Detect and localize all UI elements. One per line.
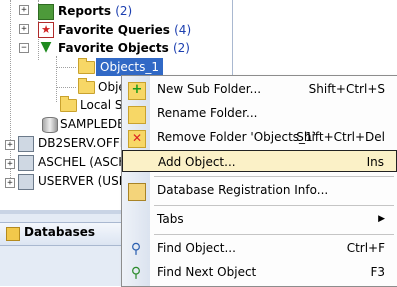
menu-item-find-next-object[interactable]: ⚲ Find Next Object F3	[122, 261, 397, 283]
menu-item-shortcut: Ins	[366, 155, 384, 169]
registration-info-icon	[128, 183, 146, 201]
database-icon	[42, 117, 58, 133]
menu-item-database-registration-info[interactable]: Database Registration Info...	[122, 179, 397, 201]
tree-item-userver[interactable]: USERVER (USE	[38, 172, 126, 190]
expand-button[interactable]: +	[5, 140, 15, 150]
databases-icon	[6, 227, 20, 241]
reports-icon	[38, 4, 54, 20]
filter-icon: ▼	[40, 39, 52, 55]
menu-item-label: Remove Folder 'Objects_1'	[157, 130, 316, 144]
context-menu: + New Sub Folder... Shift+Ctrl+S Rename …	[121, 75, 397, 287]
menu-item-shortcut: Ctrl+F	[346, 241, 385, 255]
rename-folder-icon	[128, 106, 146, 124]
menu-item-tabs[interactable]: Tabs ▶	[122, 208, 397, 230]
menu-item-shortcut: Shift+Ctrl+S	[308, 82, 385, 96]
menu-item-label: Add Object...	[158, 155, 236, 169]
submenu-arrow-icon: ▶	[378, 214, 385, 224]
tree-item-favorite-objects[interactable]: Favorite Objects (2)	[58, 39, 190, 57]
databases-title: Databases	[24, 225, 96, 239]
menu-item-label: New Sub Folder...	[157, 82, 262, 96]
menu-item-label: Find Next Object	[157, 265, 257, 279]
tree-item-sampledb[interactable]: SAMPLEDB	[60, 115, 125, 133]
tree-item-favorite-queries[interactable]: Favorite Queries (4)	[58, 21, 191, 39]
folder-icon	[78, 58, 95, 74]
new-folder-icon: +	[128, 82, 146, 100]
tree-item-aschel[interactable]: ASCHEL (ASCH	[38, 153, 127, 171]
menu-item-label: Database Registration Info...	[157, 183, 329, 197]
menu-item-label: Find Object...	[157, 241, 236, 255]
menu-item-shortcut: F3	[370, 265, 385, 279]
server-icon	[18, 136, 34, 152]
find-next-icon: ⚲	[130, 265, 142, 281]
menu-item-label: Tabs	[157, 212, 184, 226]
expand-button[interactable]: +	[19, 24, 29, 34]
tree-item-db2serv[interactable]: DB2SERV.OFFI	[38, 134, 123, 152]
menu-item-new-sub-folder[interactable]: + New Sub Folder... Shift+Ctrl+S	[122, 78, 397, 100]
server-icon	[18, 174, 34, 190]
menu-item-add-object[interactable]: Add Object... Ins	[122, 150, 397, 172]
collapse-button[interactable]: −	[19, 43, 29, 53]
tree-item-objects-1[interactable]: Objects_1	[96, 58, 163, 76]
menu-item-remove-folder[interactable]: ✕ Remove Folder 'Objects_1' Shift+Ctrl+D…	[122, 126, 397, 148]
menu-item-label: Rename Folder...	[157, 106, 258, 120]
menu-separator	[154, 205, 394, 206]
menu-separator	[154, 234, 394, 235]
menu-item-rename-folder[interactable]: Rename Folder...	[122, 102, 397, 124]
expand-button[interactable]: +	[5, 159, 15, 169]
expand-button[interactable]: +	[5, 178, 15, 188]
menu-item-find-object[interactable]: ⚲ Find Object... Ctrl+F	[122, 237, 397, 259]
menu-item-shortcut: Shift+Ctrl+Del	[296, 130, 385, 144]
tree-line	[56, 87, 76, 88]
server-icon	[18, 155, 34, 171]
folder-icon	[60, 96, 77, 112]
tree-line	[56, 67, 76, 68]
expand-button[interactable]: +	[19, 5, 29, 15]
menu-separator	[154, 176, 394, 177]
remove-folder-icon: ✕	[128, 130, 146, 148]
tree-item-reports[interactable]: Reports (2)	[58, 2, 132, 20]
star-icon: ★	[38, 22, 54, 38]
tree-line	[56, 56, 57, 102]
magnifier-icon: ⚲	[130, 241, 142, 257]
folder-icon	[78, 78, 95, 94]
